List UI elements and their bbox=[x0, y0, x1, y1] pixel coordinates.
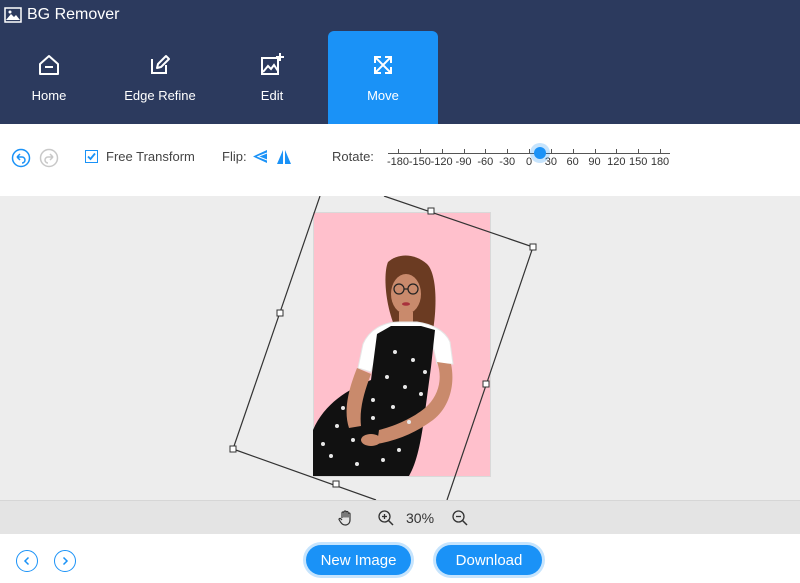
rotate-tick bbox=[507, 149, 509, 154]
rotate-tick bbox=[419, 149, 421, 154]
resize-handle-right[interactable] bbox=[482, 380, 490, 388]
next-button[interactable] bbox=[54, 550, 76, 572]
tab-edge-refine-label: Edge Refine bbox=[124, 88, 196, 103]
tab-home-label: Home bbox=[31, 88, 67, 103]
home-icon bbox=[37, 51, 61, 79]
bottom-bar: New Image Download bbox=[0, 534, 800, 583]
rotate-slider-thumb[interactable] bbox=[533, 147, 546, 159]
rotate-tick bbox=[398, 149, 399, 154]
checkmark-icon bbox=[87, 152, 96, 161]
edit-pencil-icon bbox=[148, 51, 172, 79]
download-button[interactable]: Download bbox=[436, 545, 542, 575]
rotate-tick bbox=[572, 149, 574, 154]
tab-edit-label: Edit bbox=[260, 88, 284, 103]
rotate-tick-label: 0 bbox=[525, 156, 533, 168]
rotate-tick-label: -30 bbox=[499, 156, 516, 168]
image-edit-icon bbox=[259, 51, 285, 79]
app-logo-icon bbox=[4, 7, 22, 23]
zoom-in-icon[interactable] bbox=[377, 509, 395, 527]
image-canvas bbox=[0, 196, 800, 500]
rotate-tick bbox=[638, 149, 640, 154]
rotate-tick-label: 150 bbox=[628, 156, 648, 168]
rotate-tick-label: -150 bbox=[408, 156, 431, 168]
rotate-tick bbox=[529, 149, 530, 154]
rotate-tick bbox=[550, 149, 552, 154]
rotate-tick bbox=[594, 149, 596, 154]
transform-handles bbox=[229, 207, 537, 488]
rotate-tick bbox=[441, 149, 443, 154]
rotate-tick-label: 90 bbox=[588, 156, 601, 168]
app-title-text: BG Remover bbox=[27, 6, 120, 23]
rotate-tick-label: 120 bbox=[607, 156, 626, 168]
tab-move[interactable]: Move bbox=[328, 31, 438, 124]
chevron-left-icon bbox=[23, 556, 30, 566]
rotate-tick-label: -120 bbox=[430, 156, 453, 168]
zoom-out-icon[interactable] bbox=[451, 509, 469, 527]
rotate-slider[interactable]: -180 -150 -120 -90 -60 -30 0 30 60 90 120 150 180 bbox=[386, 140, 670, 170]
redo-icon[interactable] bbox=[39, 148, 59, 168]
tab-edge-refine[interactable]: Edge Refine bbox=[105, 31, 215, 124]
resize-handle-left[interactable] bbox=[276, 309, 284, 317]
resize-handle-bottom-left[interactable] bbox=[229, 445, 237, 453]
zoom-level: 30% bbox=[406, 510, 435, 526]
flip-vertical-icon[interactable] bbox=[276, 149, 292, 165]
tab-home[interactable]: Home bbox=[0, 31, 104, 124]
rotate-tick bbox=[660, 149, 661, 154]
top-header: BG Remover Home Edge Refine Edit Move bbox=[0, 0, 800, 124]
resize-handle-top[interactable] bbox=[427, 207, 435, 215]
tab-edit[interactable]: Edit bbox=[217, 31, 327, 124]
flip-horizontal-icon[interactable] bbox=[251, 149, 268, 164]
rotate-tick-label: 60 bbox=[566, 156, 579, 168]
resize-handle-top-right[interactable] bbox=[529, 243, 537, 251]
app-title: BG Remover bbox=[4, 6, 119, 24]
flip-label: Flip: bbox=[222, 149, 247, 164]
rotate-label: Rotate: bbox=[332, 149, 374, 164]
hand-pan-icon[interactable] bbox=[337, 509, 355, 527]
chevron-right-icon bbox=[62, 556, 69, 566]
rotate-tick bbox=[616, 149, 618, 154]
new-image-button[interactable]: New Image bbox=[306, 545, 411, 575]
zoom-bar: 30% bbox=[0, 500, 800, 534]
previous-button[interactable] bbox=[16, 550, 38, 572]
free-transform-label: Free Transform bbox=[106, 149, 195, 164]
rotate-tick bbox=[463, 149, 465, 154]
free-transform-checkbox[interactable] bbox=[85, 150, 98, 163]
undo-icon[interactable] bbox=[11, 148, 31, 168]
rotate-tick-label: -60 bbox=[477, 156, 494, 168]
rotate-tick-label: 180 bbox=[650, 156, 670, 168]
rotate-tick-label: 30 bbox=[544, 156, 557, 168]
move-arrows-icon bbox=[371, 51, 395, 79]
rotate-tick-label: -180 bbox=[386, 156, 410, 168]
rotate-tick bbox=[485, 149, 487, 154]
tab-move-label: Move bbox=[367, 88, 399, 103]
resize-handle-bottom[interactable] bbox=[332, 480, 340, 488]
rotate-tick-label: -90 bbox=[455, 156, 472, 168]
